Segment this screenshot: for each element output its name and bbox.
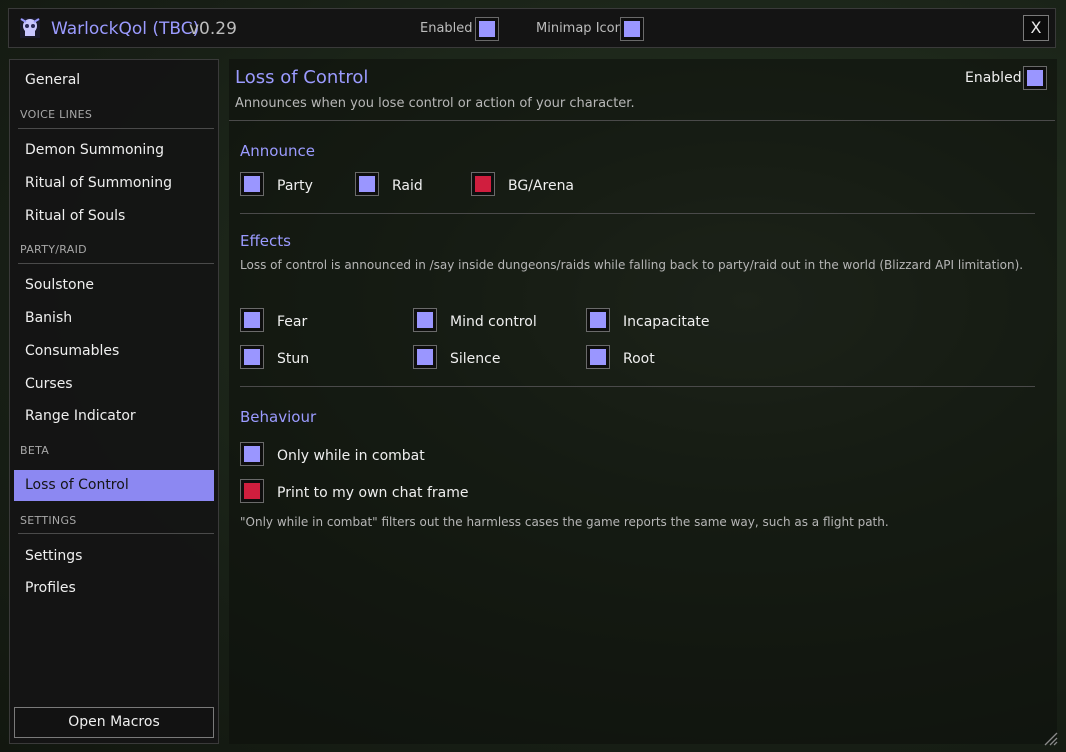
app-title: WarlockQol (TBC) [51,19,200,39]
warlock-skull-icon [20,18,40,38]
section-voice-lines: VOICE LINES [20,108,93,121]
page-description: Announces when you lose control or actio… [235,96,635,111]
effect-mind-control-checkbox[interactable] [413,308,437,332]
section-party-raid: PARTY/RAID [20,243,87,256]
sidebar-item-soulstone[interactable]: Soulstone [25,277,94,293]
minimap-icon-checkbox[interactable] [620,17,644,41]
header-divider [229,120,1055,121]
effect-silence-checkbox[interactable] [413,345,437,369]
effects-section-title: Effects [240,232,291,250]
sidebar-item-curses[interactable]: Curses [25,376,73,392]
section-divider [18,533,214,534]
module-enabled-checkbox[interactable] [1023,66,1047,90]
announce-section-title: Announce [240,142,315,160]
resize-grip-icon[interactable] [1042,730,1058,746]
title-bar[interactable]: WarlockQol (TBC) v0.29 Enabled Minimap I… [8,8,1056,48]
effect-fear-checkbox[interactable] [240,308,264,332]
section-divider [240,213,1035,214]
header-enabled-label: Enabled [420,21,473,36]
main-panel: Loss of Control Announces when you lose … [229,59,1057,744]
announce-bg-arena-label[interactable]: BG/Arena [508,178,574,194]
addon-window: WarlockQol (TBC) v0.29 Enabled Minimap I… [0,0,1066,752]
effect-fear-label[interactable]: Fear [277,314,307,330]
sidebar: General VOICE LINES Demon Summoning Ritu… [9,59,219,744]
minimap-icon-label: Minimap Icon [536,21,623,36]
sidebar-item-demon-summoning[interactable]: Demon Summoning [25,142,164,158]
module-enabled-label: Enabled [965,70,1022,86]
print-to-chat-label[interactable]: Print to my own chat frame [277,485,468,501]
sidebar-item-ritual-of-summoning[interactable]: Ritual of Summoning [25,175,172,191]
effect-root-checkbox[interactable] [586,345,610,369]
section-beta: BETA [20,444,50,457]
section-settings: SETTINGS [20,514,77,527]
sidebar-item-consumables[interactable]: Consumables [25,343,119,359]
print-to-chat-checkbox[interactable] [240,479,264,503]
effect-root-label[interactable]: Root [623,351,655,367]
only-in-combat-checkbox[interactable] [240,442,264,466]
section-divider [240,386,1035,387]
sidebar-item-loss-of-control[interactable]: Loss of Control [14,470,214,501]
effects-note: Loss of control is announced in /say ins… [240,258,1024,272]
page-title: Loss of Control [235,67,369,88]
section-divider [18,128,214,129]
open-macros-button[interactable]: Open Macros [14,707,214,738]
sidebar-item-banish[interactable]: Banish [25,310,72,326]
announce-party-checkbox[interactable] [240,172,264,196]
sidebar-item-label: Loss of Control [25,477,129,493]
effect-incapacitate-checkbox[interactable] [586,308,610,332]
sidebar-item-range-indicator[interactable]: Range Indicator [25,408,136,424]
effect-silence-label[interactable]: Silence [450,351,500,367]
announce-raid-checkbox[interactable] [355,172,379,196]
sidebar-item-settings[interactable]: Settings [25,548,82,564]
announce-raid-label[interactable]: Raid [392,178,423,194]
close-button[interactable]: X [1023,15,1049,41]
announce-party-label[interactable]: Party [277,178,313,194]
effect-incapacitate-label[interactable]: Incapacitate [623,314,710,330]
behaviour-section-title: Behaviour [240,408,317,426]
only-in-combat-label[interactable]: Only while in combat [277,448,425,464]
behaviour-note: "Only while in combat" filters out the h… [240,515,889,529]
effect-mind-control-label[interactable]: Mind control [450,314,537,330]
section-divider [18,263,214,264]
header-enabled-checkbox[interactable] [475,17,499,41]
sidebar-item-general[interactable]: General [25,72,80,88]
effect-stun-label[interactable]: Stun [277,351,309,367]
sidebar-item-ritual-of-souls[interactable]: Ritual of Souls [25,208,125,224]
announce-bg-arena-checkbox[interactable] [471,172,495,196]
app-version: v0.29 [189,19,237,39]
effect-stun-checkbox[interactable] [240,345,264,369]
sidebar-item-profiles[interactable]: Profiles [25,580,76,596]
